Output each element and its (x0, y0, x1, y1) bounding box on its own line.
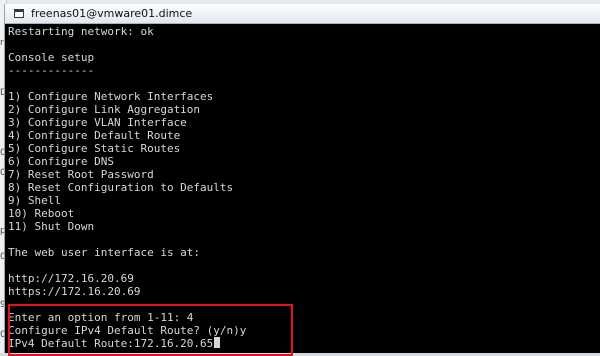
terminal-line: 6) Configure DNS (8, 155, 114, 168)
highlight-annotation-box (8, 304, 293, 356)
terminal-line: 7) Reset Root Password (8, 168, 154, 181)
window-titlebar[interactable]: freenas01@vmware01.dimce (5, 4, 600, 24)
terminal-line: 8) Reset Configuration to Defaults (8, 181, 234, 194)
terminal-line: https://172.16.20.69 (8, 285, 141, 298)
terminal-line: 1) Configure Network Interfaces (8, 90, 214, 103)
terminal-line: 11) Shut Down (8, 220, 95, 233)
terminal-line: Restarting network: ok (8, 25, 154, 38)
terminal-app-icon (14, 9, 24, 18)
terminal-line: http://172.16.20.69 (8, 272, 134, 285)
window-title: freenas01@vmware01.dimce (31, 7, 193, 20)
terminal-line: Console setup (8, 51, 95, 64)
terminal-line: 3) Configure VLAN Interface (8, 116, 187, 129)
terminal-line: ------------- (8, 64, 95, 77)
terminal-line: The web user interface is at: (8, 246, 201, 259)
terminal-line: 2) Configure Link Aggregation (8, 103, 201, 116)
terminal-line: 5) Configure Static Routes (8, 142, 181, 155)
terminal-line: 10) Reboot (8, 207, 75, 220)
terminal-line: 9) Shell (8, 194, 61, 207)
terminal-line: 4) Configure Default Route (8, 129, 181, 142)
terminal-window[interactable]: freenas01@vmware01.dimce Restarting netw… (4, 4, 600, 356)
